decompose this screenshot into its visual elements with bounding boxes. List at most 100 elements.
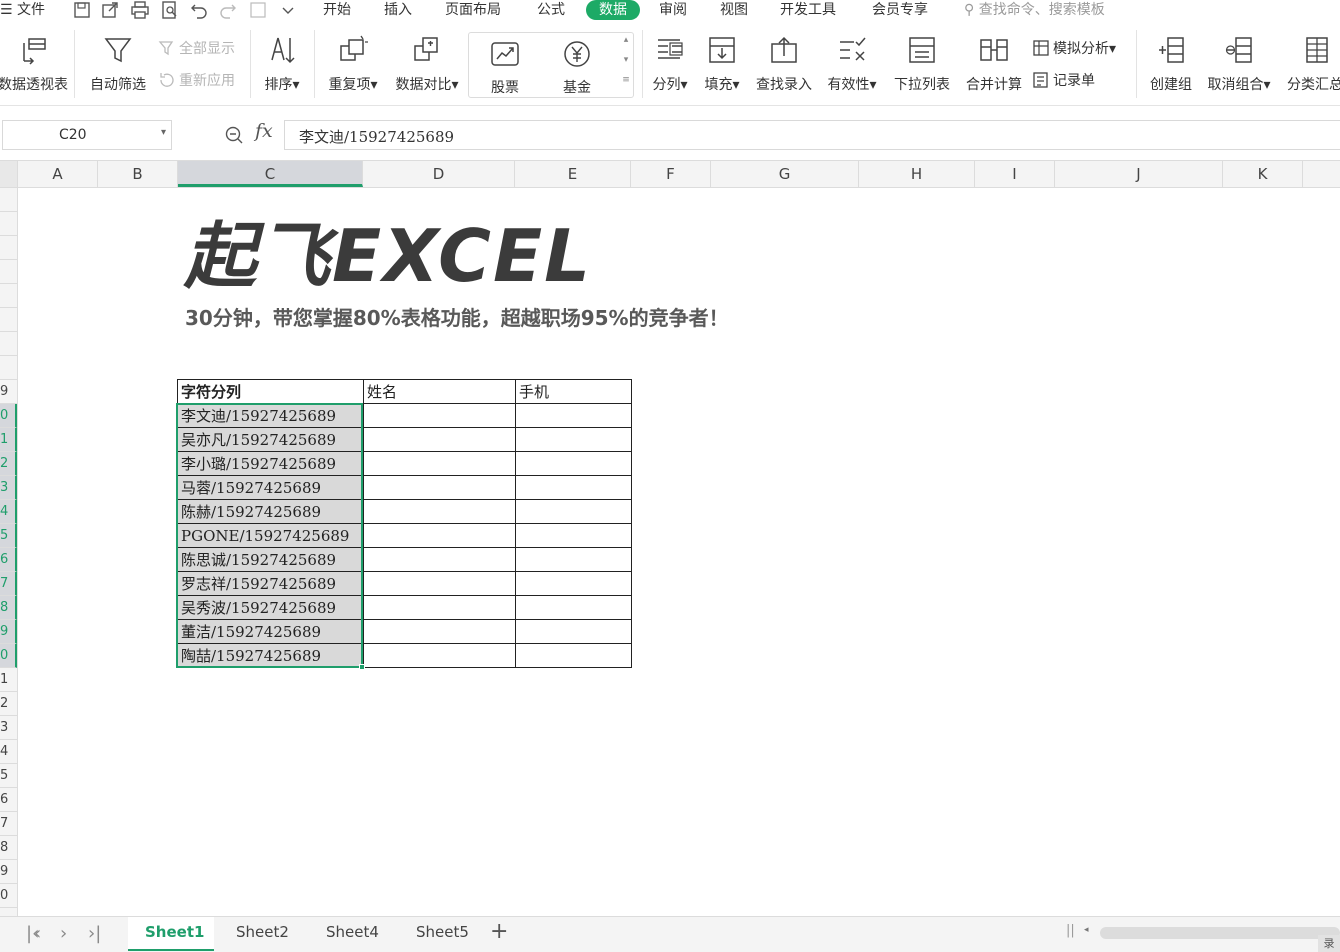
tab-review[interactable]: 审阅 (659, 0, 687, 20)
save-icon[interactable] (72, 0, 92, 20)
row-header-label[interactable]: 8 (0, 836, 17, 860)
tab-view[interactable]: 视图 (720, 0, 748, 20)
phone-cell[interactable] (515, 547, 632, 572)
column-header-j[interactable]: J (1055, 161, 1223, 187)
phone-cell[interactable] (515, 643, 632, 668)
header-cell-split[interactable]: 字符分列 (177, 379, 364, 404)
sheet-tab-5[interactable]: Sheet5 (416, 923, 469, 941)
name-cell[interactable] (363, 571, 516, 596)
header-cell-name[interactable]: 姓名 (363, 379, 516, 404)
sheet-canvas[interactable]: 起飞EXCEL 30分钟，带您掌握80%表格功能，超越职场95%的竞争者！ 字符… (18, 188, 1340, 916)
horizontal-scrollbar[interactable] (1100, 927, 1340, 939)
lookup-entry-button[interactable]: 查找录入 (752, 34, 816, 94)
consolidate-button[interactable]: 合并计算 (962, 34, 1026, 94)
gallery-down-icon[interactable]: ▾ (619, 55, 633, 65)
column-header-a[interactable]: A (18, 161, 98, 187)
last-sheet-icon[interactable]: ›| (88, 923, 101, 944)
row-header-label[interactable] (0, 188, 17, 212)
header-cell-phone[interactable]: 手机 (515, 379, 632, 404)
row-header-label[interactable]: 9 (0, 380, 17, 404)
pivot-table-button[interactable]: 数据透视表 (0, 34, 70, 94)
stock-button[interactable]: 股票 (481, 39, 529, 97)
export-icon[interactable] (100, 0, 120, 20)
split-source-cell[interactable]: 吴秀波/15927425689 (177, 595, 364, 620)
phone-cell[interactable] (515, 619, 632, 644)
row-header-label[interactable]: 1 (0, 668, 17, 692)
split-source-cell[interactable]: 李小璐/15927425689 (177, 451, 364, 476)
split-source-cell[interactable]: 马蓉/15927425689 (177, 475, 364, 500)
print-icon[interactable] (130, 0, 150, 20)
column-header-i[interactable]: I (975, 161, 1055, 187)
whatif-analysis-button[interactable]: 模拟分析▾ (1032, 39, 1116, 58)
record-macro-button[interactable]: 录 (1318, 935, 1340, 952)
name-cell[interactable] (363, 451, 516, 476)
add-sheet-icon[interactable]: + (490, 919, 508, 944)
record-form-button[interactable]: 记录单 (1032, 71, 1095, 90)
phone-cell[interactable] (515, 451, 632, 476)
column-header-h[interactable]: H (859, 161, 975, 187)
fill-button[interactable]: 填充▾ (700, 34, 744, 94)
row-header-label[interactable]: 7 (0, 812, 17, 836)
data-compare-button[interactable]: 数据对比▾ (390, 34, 464, 94)
name-cell[interactable] (363, 403, 516, 428)
select-all-corner[interactable] (0, 161, 18, 187)
row-header-label[interactable]: 4 (0, 740, 17, 764)
name-cell[interactable] (363, 547, 516, 572)
phone-cell[interactable] (515, 595, 632, 620)
fund-button[interactable]: 基金 (553, 39, 601, 97)
row-header-label[interactable]: 5 (0, 764, 17, 788)
tab-member[interactable]: 会员专享 (872, 0, 928, 20)
tab-insert[interactable]: 插入 (384, 0, 412, 20)
row-header-label[interactable]: 0 (0, 404, 17, 428)
tab-data[interactable]: 数据 (586, 0, 640, 20)
sheet-tab-4[interactable]: Sheet4 (326, 923, 379, 941)
tab-start[interactable]: 开始 (323, 0, 351, 20)
row-header-label[interactable] (0, 284, 17, 308)
name-cell[interactable] (363, 427, 516, 452)
formula-input[interactable]: 李文迪/15927425689 (284, 120, 1340, 150)
redo-icon[interactable] (218, 0, 238, 20)
show-all-button[interactable]: 全部显示 (158, 39, 235, 58)
scroll-split-handle[interactable]: || (1066, 923, 1075, 938)
row-header-label[interactable]: 4 (0, 500, 17, 524)
split-column-button[interactable]: 分列▾ (648, 34, 692, 94)
phone-cell[interactable] (515, 475, 632, 500)
split-source-cell[interactable]: PGONE/15927425689 (177, 523, 364, 548)
split-source-cell[interactable]: 陈思诚/15927425689 (177, 547, 364, 572)
row-header-label[interactable]: 7 (0, 572, 17, 596)
name-cell[interactable] (363, 619, 516, 644)
chevron-down-icon[interactable]: ▾ (161, 127, 166, 138)
ungroup-button[interactable]: 取消组合▾ (1204, 34, 1274, 94)
name-cell[interactable] (363, 595, 516, 620)
row-header-label[interactable] (0, 260, 17, 284)
column-header-e[interactable]: E (515, 161, 631, 187)
subtotal-button[interactable]: 分类汇总 (1282, 34, 1340, 94)
name-cell[interactable] (363, 499, 516, 524)
column-header-d[interactable]: D (363, 161, 515, 187)
file-menu[interactable]: ☰ 文件 (0, 0, 45, 20)
print-preview-icon[interactable] (160, 0, 180, 20)
column-header-f[interactable]: F (631, 161, 711, 187)
name-cell[interactable] (363, 475, 516, 500)
column-header-g[interactable]: G (711, 161, 859, 187)
row-header-label[interactable] (0, 236, 17, 260)
row-header-label[interactable]: 5 (0, 524, 17, 548)
undo-icon[interactable] (189, 0, 209, 20)
sheet-tab-2[interactable]: Sheet2 (236, 923, 289, 941)
create-group-button[interactable]: 创建组 (1146, 34, 1196, 94)
next-sheet-icon[interactable]: › (60, 923, 67, 944)
zoom-icon[interactable] (224, 125, 244, 145)
row-header-label[interactable]: 0 (0, 884, 17, 908)
column-header-k[interactable]: K (1223, 161, 1303, 187)
prev-sheet-icon[interactable]: ‹ (34, 923, 41, 944)
tab-formula[interactable]: 公式 (537, 0, 565, 20)
tab-page-layout[interactable]: 页面布局 (445, 0, 501, 20)
gallery-up-icon[interactable]: ▴ (619, 35, 633, 45)
fx-icon[interactable]: fx (255, 120, 273, 142)
row-header-label[interactable]: 6 (0, 788, 17, 812)
sort-button[interactable]: 排序▾ (258, 34, 306, 94)
row-header-label[interactable] (0, 308, 17, 332)
search-command-input[interactable]: ⚲ 查找命令、搜索模板 (964, 0, 1105, 20)
row-header-label[interactable]: 6 (0, 548, 17, 572)
reapply-button[interactable]: 重新应用 (158, 71, 235, 90)
